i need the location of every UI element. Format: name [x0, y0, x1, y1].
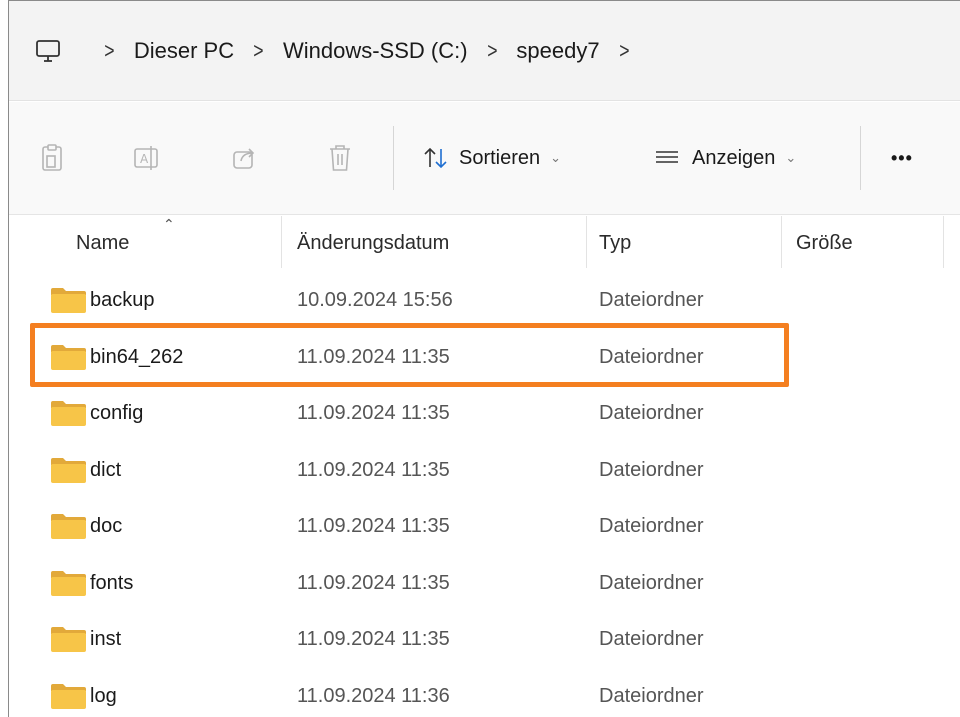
file-name[interactable]: config [90, 402, 143, 425]
rename-icon[interactable]: A [130, 141, 164, 175]
file-name[interactable]: dict [90, 459, 121, 482]
file-type: Dateiordner [599, 515, 704, 537]
breadcrumb-separator[interactable]: > [253, 38, 263, 64]
breadcrumb-item-speedy7[interactable]: speedy7 [516, 38, 599, 64]
file-date: 11.09.2024 11:36 [297, 684, 450, 707]
folder-icon [50, 513, 87, 540]
folder-icon [50, 400, 87, 427]
file-date: 10.09.2024 15:56 [297, 289, 453, 311]
address-bar[interactable]: > Dieser PC > Windows-SSD (C:) > speedy7… [9, 1, 960, 101]
sort-label: Sortieren [459, 146, 541, 169]
view-button[interactable]: Anzeigen ⌄ [654, 141, 796, 175]
breadcrumb-separator[interactable]: > [619, 38, 629, 64]
share-icon[interactable] [227, 141, 261, 175]
highlight-box [30, 323, 789, 387]
file-type: Dateiordner [599, 458, 704, 481]
file-name[interactable]: log [90, 685, 117, 708]
column-divider[interactable] [781, 216, 782, 268]
breadcrumb-separator[interactable]: > [104, 38, 114, 64]
file-row[interactable]: config 11.09.2024 11:35 Dateiordner [9, 386, 960, 442]
file-date: 11.09.2024 11:35 [297, 402, 450, 424]
explorer-window: > Dieser PC > Windows-SSD (C:) > speedy7… [8, 0, 960, 717]
file-type: Dateiordner [599, 402, 704, 424]
folder-icon [50, 457, 87, 484]
file-type: Dateiordner [599, 684, 704, 707]
breadcrumb-separator[interactable]: > [487, 38, 497, 64]
file-date: 11.09.2024 11:35 [297, 458, 450, 481]
file-row[interactable]: inst 11.09.2024 11:35 Dateiordner [9, 612, 960, 668]
file-type: Dateiordner [599, 289, 704, 311]
chevron-down-icon: ⌄ [550, 150, 562, 165]
toolbar-divider [860, 126, 861, 190]
file-type: Dateiordner [599, 628, 704, 650]
file-row[interactable]: log 11.09.2024 11:36 Dateiordner [9, 669, 960, 717]
sort-button[interactable]: Sortieren ⌄ [423, 141, 561, 175]
folder-icon [50, 683, 87, 710]
column-divider[interactable] [586, 216, 587, 268]
breadcrumb-item-windows-ssd[interactable]: Windows-SSD (C:) [283, 38, 468, 64]
folder-icon [50, 287, 87, 314]
svg-text:A: A [140, 152, 149, 166]
toolbar-divider [393, 126, 394, 190]
column-header-name[interactable]: Name [76, 232, 129, 255]
folder-icon [50, 570, 87, 597]
file-row[interactable]: fonts 11.09.2024 11:35 Dateiordner [9, 556, 960, 612]
file-date: 11.09.2024 11:35 [297, 628, 450, 650]
file-type: Dateiordner [599, 571, 704, 594]
column-divider[interactable] [281, 216, 282, 268]
file-name[interactable]: backup [90, 289, 155, 312]
column-header-type[interactable]: Typ [599, 232, 631, 255]
file-name[interactable]: inst [90, 628, 121, 651]
file-name[interactable]: doc [90, 515, 122, 538]
column-divider[interactable] [943, 216, 944, 268]
file-name[interactable]: fonts [90, 572, 133, 595]
more-options-button[interactable]: ••• [891, 141, 913, 175]
file-date: 11.09.2024 11:35 [297, 571, 450, 594]
delete-icon[interactable] [323, 141, 357, 175]
monitor-icon[interactable] [33, 36, 63, 66]
breadcrumb-item-dieser-pc[interactable]: Dieser PC [134, 38, 234, 64]
file-row[interactable]: backup 10.09.2024 15:56 Dateiordner [9, 273, 960, 329]
sort-ascending-icon: ⌃ [163, 216, 175, 232]
file-row[interactable]: doc 11.09.2024 11:35 Dateiordner [9, 499, 960, 555]
file-row[interactable]: dict 11.09.2024 11:35 Dateiordner [9, 443, 960, 499]
view-icon [654, 145, 680, 171]
view-label: Anzeigen [692, 146, 776, 169]
sort-icon [423, 145, 449, 171]
copy-icon[interactable] [36, 141, 70, 175]
chevron-down-icon: ⌄ [785, 150, 797, 165]
column-header-row: ⌃ Name Änderungsdatum Typ Größe [9, 216, 960, 271]
file-date: 11.09.2024 11:35 [297, 515, 450, 537]
column-header-size[interactable]: Größe [796, 232, 853, 255]
column-header-date[interactable]: Änderungsdatum [297, 232, 449, 255]
folder-icon [50, 626, 87, 653]
